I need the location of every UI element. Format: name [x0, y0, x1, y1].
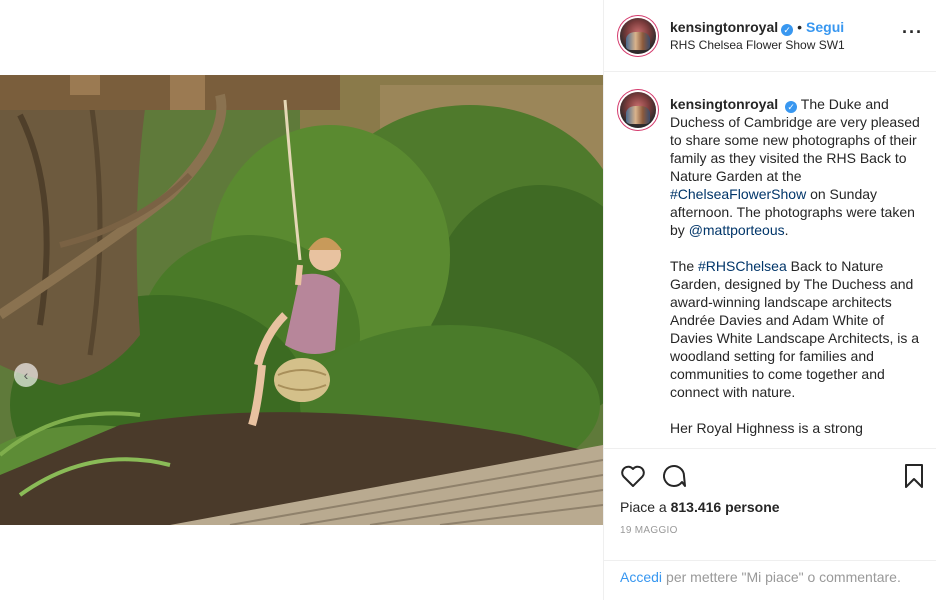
post-media-column: ‹ [0, 0, 603, 600]
heart-icon[interactable] [620, 463, 646, 489]
hashtag-link[interactable]: #RHSChelsea [698, 258, 787, 274]
chevron-left-icon[interactable]: ‹ [14, 363, 38, 387]
caption-text: Back to Nature Garden, designed by The D… [670, 258, 920, 400]
login-link[interactable]: Accedi [620, 569, 662, 585]
likes-number: 813.416 [670, 499, 722, 515]
bookmark-icon[interactable] [901, 463, 927, 489]
avatar[interactable] [620, 18, 656, 54]
likes-count[interactable]: Piace a 813.416 persone [620, 499, 780, 515]
follow-button[interactable]: Segui [806, 19, 844, 35]
caption-username[interactable]: kensingtonroyal [670, 96, 778, 112]
hashtag-link[interactable]: #ChelseaFlowerShow [670, 186, 806, 202]
likes-suffix: persone [721, 499, 780, 515]
header-username[interactable]: kensingtonroyal [670, 19, 778, 35]
caption-text: The [670, 258, 699, 274]
post-sidebar: kensingtonroyal ✓ • Segui RHS Chelsea Flowe… [603, 0, 936, 600]
caption-area[interactable]: kensingtonroyal ✓ The Duke and Duchess of… [604, 72, 936, 448]
post-header: kensingtonroyal ✓ • Segui RHS Chelsea Flowe… [604, 0, 936, 72]
post-photo[interactable]: ‹ [0, 75, 603, 525]
post-date[interactable]: 19 MAGGIO [620, 525, 678, 536]
post-caption: kensingtonroyal ✓ The Duke and Duchess of… [670, 95, 922, 448]
verified-badge-icon: ✓ [785, 101, 798, 113]
login-prompt: Accedi per mettere "Mi piace" o commentar… [604, 560, 936, 600]
location-link[interactable]: RHS Chelsea Flower Show SW1 [670, 38, 845, 52]
verified-badge-icon: ✓ [781, 24, 794, 36]
more-options-icon[interactable]: ··· [902, 22, 923, 43]
caption-paragraph-2: The #RHSChelsea Back to Nature Garden, d… [670, 257, 922, 401]
post-actions: Piace a 813.416 persone 19 MAGGIO [604, 448, 936, 560]
garden-swing-photo [0, 75, 603, 525]
likes-prefix: Piace a [620, 499, 671, 515]
comment-icon[interactable] [661, 463, 687, 489]
mention-link[interactable]: @mattporteous [689, 222, 785, 238]
header-user-line: kensingtonroyal ✓ • Segui [670, 19, 844, 36]
caption-paragraph-3: Her Royal Highness is a strong [670, 420, 863, 436]
caption-text: . [784, 222, 789, 238]
caption-avatar[interactable] [620, 92, 656, 128]
separator-dot: • [797, 19, 803, 35]
login-text: per mettere "Mi piace" o commentare. [666, 569, 901, 585]
caption-paragraph-1: kensingtonroyal ✓ The Duke and Duchess of… [670, 95, 922, 239]
